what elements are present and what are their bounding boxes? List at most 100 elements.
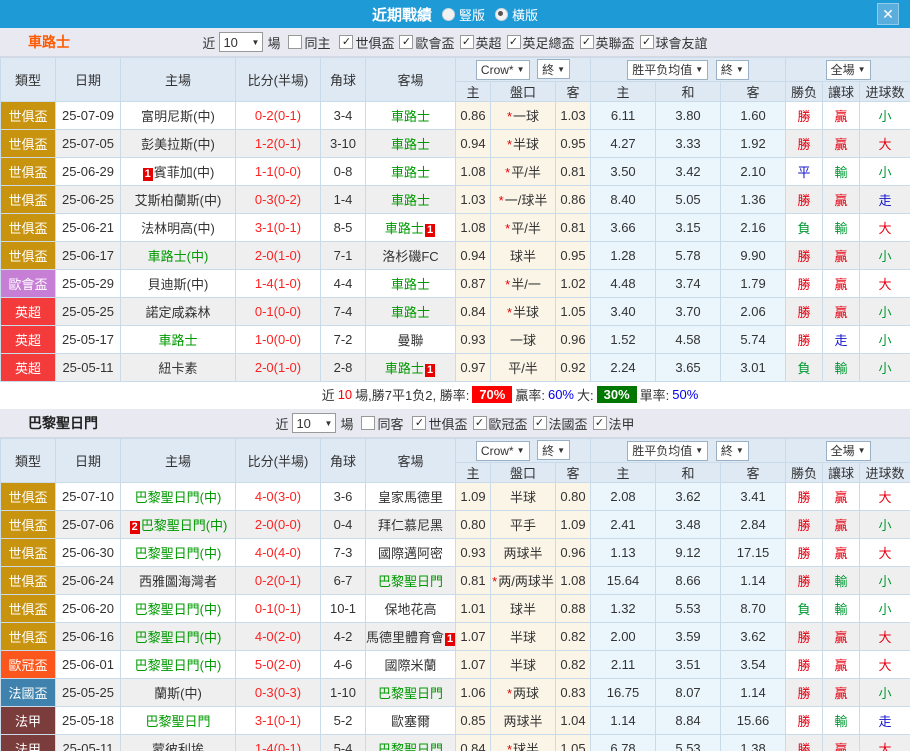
team-filter-bar: 車路士 近 10▼ 場 同主 ✓世俱盃✓歐會盃✓英超✓英足總盃✓英聯盃✓球會友誼 (0, 28, 910, 57)
away-team: 巴黎聖日門 (366, 679, 456, 707)
league-filter[interactable]: ✓世俱盃 (339, 33, 394, 52)
score: 0-1(0-0) (236, 298, 321, 326)
league-filter[interactable]: ✓球會友誼 (640, 33, 708, 52)
away-team: 國際米蘭 (366, 651, 456, 679)
avg-odds-dropdown[interactable]: 胜平负均值▼ (627, 60, 708, 80)
league-type-badge: 世俱盃 (1, 511, 56, 539)
radio-selected-icon[interactable] (495, 8, 508, 21)
league-filter[interactable]: ✓歐冠盃 (473, 414, 528, 433)
match-result: 勝 (786, 270, 823, 298)
league-type-label: 世俱盃 (8, 249, 47, 264)
layout-radios: 豎版橫版 (432, 5, 538, 24)
avg-home-odds: 6.11 (591, 102, 656, 130)
match-result: 勝 (786, 511, 823, 539)
away-odds: 0.80 (556, 483, 591, 511)
layout-radio[interactable]: 豎版 (442, 5, 485, 24)
match-row: 歐冠盃25-06-01巴黎聖日門(中)5-0(2-0)4-6國際米蘭1.07半球… (1, 651, 910, 679)
radio-icon[interactable] (442, 8, 455, 21)
league-type-label: 世俱盃 (8, 574, 47, 589)
avg-final-dropdown[interactable]: 終▼ (716, 441, 749, 461)
avg-away-odds: 2.16 (721, 214, 786, 242)
fullmatch-dropdown[interactable]: 全場▼ (826, 441, 871, 461)
avg-home-odds: 3.50 (591, 158, 656, 186)
checkbox-checked-icon[interactable]: ✓ (399, 35, 413, 49)
summary-text: 贏率: (515, 385, 545, 404)
league-filter[interactable]: ✓法國盃 (533, 414, 588, 433)
checkbox-checked-icon[interactable]: ✓ (339, 35, 353, 49)
checkbox-checked-icon[interactable]: ✓ (473, 416, 487, 430)
match-result: 負 (786, 595, 823, 623)
handicap-label: 平手 (510, 518, 536, 533)
match-date: 25-06-25 (56, 186, 121, 214)
checkbox-checked-icon[interactable]: ✓ (640, 35, 654, 49)
col-header-corner: 角球 (321, 439, 366, 483)
asterisk-mark: * (499, 193, 504, 208)
avg-odds-dropdown[interactable]: 胜平负均值▼ (627, 441, 708, 461)
rank-badge: 1 (445, 633, 455, 646)
avg-draw-odds: 5.05 (656, 186, 721, 214)
avg-group-header: 胜平负均值▼ 終▼ (591, 439, 786, 463)
goals-result: 小 (860, 511, 910, 539)
match-date: 25-05-11 (56, 354, 121, 382)
avg-away-odds: 9.90 (721, 242, 786, 270)
win-rate-badge: 70% (472, 386, 512, 403)
fullmatch-dropdown[interactable]: 全場▼ (826, 60, 871, 80)
match-result: 勝 (786, 679, 823, 707)
corner-score: 2-8 (321, 354, 366, 382)
match-count-select[interactable]: 10▼ (292, 413, 336, 433)
league-type-label: 英超 (15, 333, 41, 348)
goals-result: 走 (860, 186, 910, 214)
layout-radio[interactable]: 橫版 (495, 5, 538, 24)
sub-header-result: 勝负 (786, 463, 823, 483)
close-button[interactable]: ✕ (877, 3, 899, 25)
match-result: 勝 (786, 298, 823, 326)
odds-final-dropdown[interactable]: 終▼ (537, 59, 570, 79)
league-type-label: 世俱盃 (8, 630, 47, 645)
checkbox-unchecked-icon[interactable] (361, 416, 375, 430)
match-count-select[interactable]: 10▼ (219, 32, 263, 52)
checkbox-checked-icon[interactable]: ✓ (460, 35, 474, 49)
league-filter[interactable]: ✓世俱盃 (412, 414, 467, 433)
match-result: 平 (786, 158, 823, 186)
dropdown-arrow-icon: ▼ (858, 446, 866, 455)
score: 2-0(0-0) (236, 511, 321, 539)
avg-away-odds: 5.74 (721, 326, 786, 354)
match-row: 英超25-05-11紐卡素2-0(1-0)2-8車路士10.97平/半0.922… (1, 354, 910, 382)
avg-draw-odds: 9.12 (656, 539, 721, 567)
league-filter[interactable]: ✓英足總盃 (507, 33, 575, 52)
asterisk-mark: * (507, 137, 512, 152)
league-filter[interactable]: ✓法甲 (593, 414, 635, 433)
odds-source-dropdown[interactable]: Crow*▼ (476, 441, 530, 461)
team-section: 車路士 近 10▼ 場 同主 ✓世俱盃✓歐會盃✓英超✓英足總盃✓英聯盃✓球會友誼… (0, 28, 910, 406)
team-label: 貝迪斯(中) (148, 277, 209, 292)
league-filter[interactable]: ✓英聯盃 (580, 33, 635, 52)
filters: 近 10▼ 場 同客 ✓世俱盃✓歐冠盃✓法國盃✓法甲 (0, 413, 910, 433)
home-team: 西雅圖海灣者 (121, 567, 236, 595)
checkbox-checked-icon[interactable]: ✓ (507, 35, 521, 49)
checkbox-checked-icon[interactable]: ✓ (412, 416, 426, 430)
checkbox-checked-icon[interactable]: ✓ (593, 416, 607, 430)
league-type-badge: 世俱盃 (1, 186, 56, 214)
asterisk-mark: * (492, 574, 497, 589)
odds-final-dropdown[interactable]: 終▼ (537, 440, 570, 460)
match-row: 世俱盃25-07-10巴黎聖日門(中)4-0(3-0)3-6皇家馬德里1.09半… (1, 483, 910, 511)
checkbox-checked-icon[interactable]: ✓ (533, 416, 547, 430)
same-venue-filter[interactable]: 同客 (361, 414, 403, 433)
league-filter[interactable]: ✓歐會盃 (399, 33, 454, 52)
away-odds: 1.05 (556, 298, 591, 326)
score: 0-2(0-1) (236, 102, 321, 130)
odds-source-dropdown[interactable]: Crow*▼ (476, 60, 530, 80)
team-section: 巴黎聖日門 近 10▼ 場 同客 ✓世俱盃✓歐冠盃✓法國盃✓法甲 類型 日期 主… (0, 409, 910, 751)
score: 1-4(1-0) (236, 270, 321, 298)
checkbox-checked-icon[interactable]: ✓ (580, 35, 594, 49)
checkbox-unchecked-icon[interactable] (288, 35, 302, 49)
sub-header-avg-draw: 和 (656, 463, 721, 483)
avg-final-dropdown[interactable]: 終▼ (716, 60, 749, 80)
match-date: 25-07-10 (56, 483, 121, 511)
asterisk-mark: * (505, 277, 510, 292)
avg-home-odds: 4.27 (591, 130, 656, 158)
league-filter[interactable]: ✓英超 (460, 33, 502, 52)
same-venue-filter[interactable]: 同主 (288, 33, 330, 52)
avg-away-odds: 3.01 (721, 354, 786, 382)
home-team: 紐卡素 (121, 354, 236, 382)
